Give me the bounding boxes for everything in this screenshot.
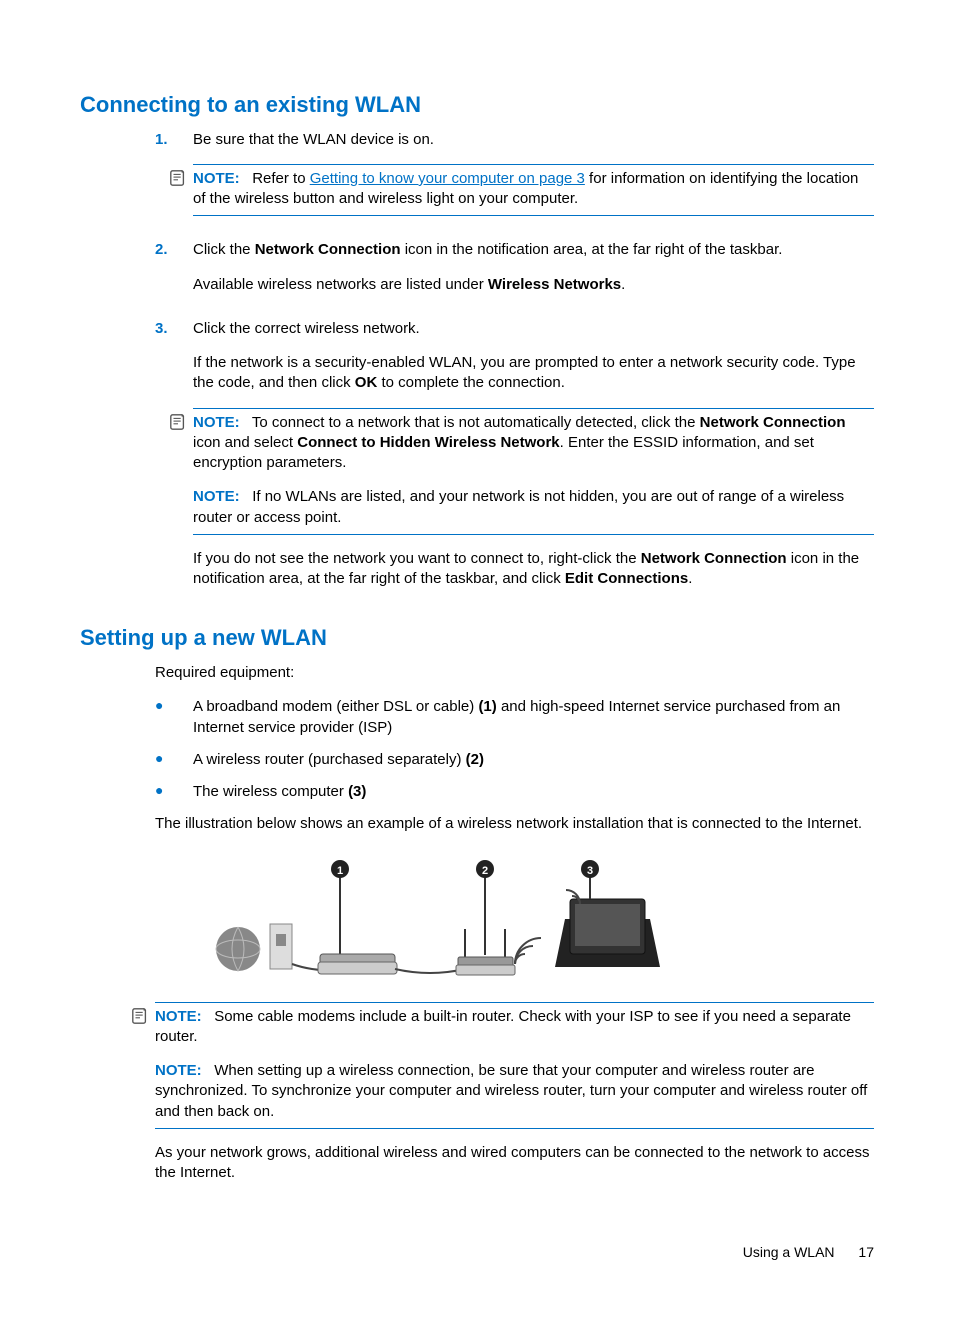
note-3-text: NOTE: Some cable modems include a built-… <box>155 1007 874 1048</box>
bold-text: Network Connection <box>700 414 846 431</box>
note-label: NOTE: <box>193 414 240 431</box>
bold-text: (3) <box>348 783 366 800</box>
text: A wireless router (purchased separately) <box>193 751 466 768</box>
bullet-icon: ● <box>155 697 193 738</box>
bold-text: Network Connection <box>641 550 787 567</box>
bullet-3-text: The wireless computer (3) <box>193 782 874 802</box>
step-1: 1. Be sure that the WLAN device is on. N… <box>155 130 874 231</box>
note-2-p1: NOTE: To connect to a network that is no… <box>193 413 874 474</box>
bullet-icon: ● <box>155 782 193 802</box>
note-box-2: NOTE: To connect to a network that is no… <box>193 408 874 535</box>
step-2-p1: Click the Network Connection icon in the… <box>193 240 874 260</box>
step-3: 3. Click the correct wireless network. I… <box>155 319 874 604</box>
note-label: NOTE: <box>155 1008 202 1025</box>
step-number: 2. <box>155 240 193 309</box>
note-box-3: NOTE: Some cable modems include a built-… <box>155 1002 874 1129</box>
text: Some cable modems include a built-in rou… <box>155 1008 851 1045</box>
text: . <box>621 276 625 293</box>
text: . <box>688 570 692 587</box>
note-box-1: NOTE: Refer to Getting to know your comp… <box>193 164 874 217</box>
text: to complete the connection. <box>377 374 565 391</box>
list-item: ● A wireless router (purchased separatel… <box>155 750 874 770</box>
bold-text: Network Connection <box>255 241 401 258</box>
text: If you do not see the network you want t… <box>193 550 641 567</box>
bold-text: (1) <box>478 698 496 715</box>
bold-text: Wireless Networks <box>488 276 621 293</box>
heading-connecting: Connecting to an existing WLAN <box>80 90 874 120</box>
heading-setting-up: Setting up a new WLAN <box>80 623 874 653</box>
required-equipment-intro: Required equipment: <box>155 663 874 683</box>
bold-text: Edit Connections <box>565 570 688 587</box>
note-icon <box>169 169 187 187</box>
link-getting-to-know[interactable]: Getting to know your computer on page 3 <box>310 170 585 187</box>
step-2-p2: Available wireless networks are listed u… <box>193 275 874 295</box>
list-item: ● The wireless computer (3) <box>155 782 874 802</box>
step-2: 2. Click the Network Connection icon in … <box>155 240 874 309</box>
text: icon in the notification area, at the fa… <box>401 241 783 258</box>
note-label: NOTE: <box>193 170 240 187</box>
closing-paragraph: As your network grows, additional wirele… <box>155 1143 874 1184</box>
text: To connect to a network that is not auto… <box>252 414 700 431</box>
note-label: NOTE: <box>155 1062 202 1079</box>
bold-text: (2) <box>466 751 484 768</box>
bullet-1-text: A broadband modem (either DSL or cable) … <box>193 697 874 738</box>
callout-2: 2 <box>482 865 488 877</box>
network-diagram: 1 2 3 <box>210 849 690 984</box>
bullet-icon: ● <box>155 750 193 770</box>
note-icon <box>131 1007 149 1025</box>
callout-1: 1 <box>337 865 343 877</box>
bold-text: OK <box>355 374 378 391</box>
note-label: NOTE: <box>193 488 240 505</box>
step-3-p2: If the network is a security-enabled WLA… <box>193 353 874 394</box>
text: icon and select <box>193 434 297 451</box>
bold-text: Connect to Hidden Wireless Network <box>297 434 559 451</box>
note-4-text: NOTE: When setting up a wireless connect… <box>155 1061 874 1122</box>
list-item: ● A broadband modem (either DSL or cable… <box>155 697 874 738</box>
text: The wireless computer <box>193 783 348 800</box>
text: Click the <box>193 241 255 258</box>
footer-page-number: 17 <box>858 1244 874 1260</box>
text: When setting up a wireless connection, b… <box>155 1062 867 1120</box>
note-2-p2: NOTE: If no WLANs are listed, and your n… <box>193 487 874 528</box>
text: If no WLANs are listed, and your network… <box>193 488 844 525</box>
step-3-post: If you do not see the network you want t… <box>193 549 874 590</box>
callout-3: 3 <box>587 865 593 877</box>
illustration-intro: The illustration below shows an example … <box>155 814 874 834</box>
bullet-2-text: A wireless router (purchased separately)… <box>193 750 874 770</box>
step-number: 3. <box>155 319 193 604</box>
step-1-text: Be sure that the WLAN device is on. <box>193 130 874 150</box>
text: A broadband modem (either DSL or cable) <box>193 698 478 715</box>
step-3-p1: Click the correct wireless network. <box>193 319 874 339</box>
note-1-pre: Refer to <box>252 170 310 187</box>
page-footer: Using a WLAN 17 <box>80 1243 874 1262</box>
footer-section: Using a WLAN <box>743 1244 835 1260</box>
note-icon <box>169 413 187 431</box>
text: Available wireless networks are listed u… <box>193 276 488 293</box>
